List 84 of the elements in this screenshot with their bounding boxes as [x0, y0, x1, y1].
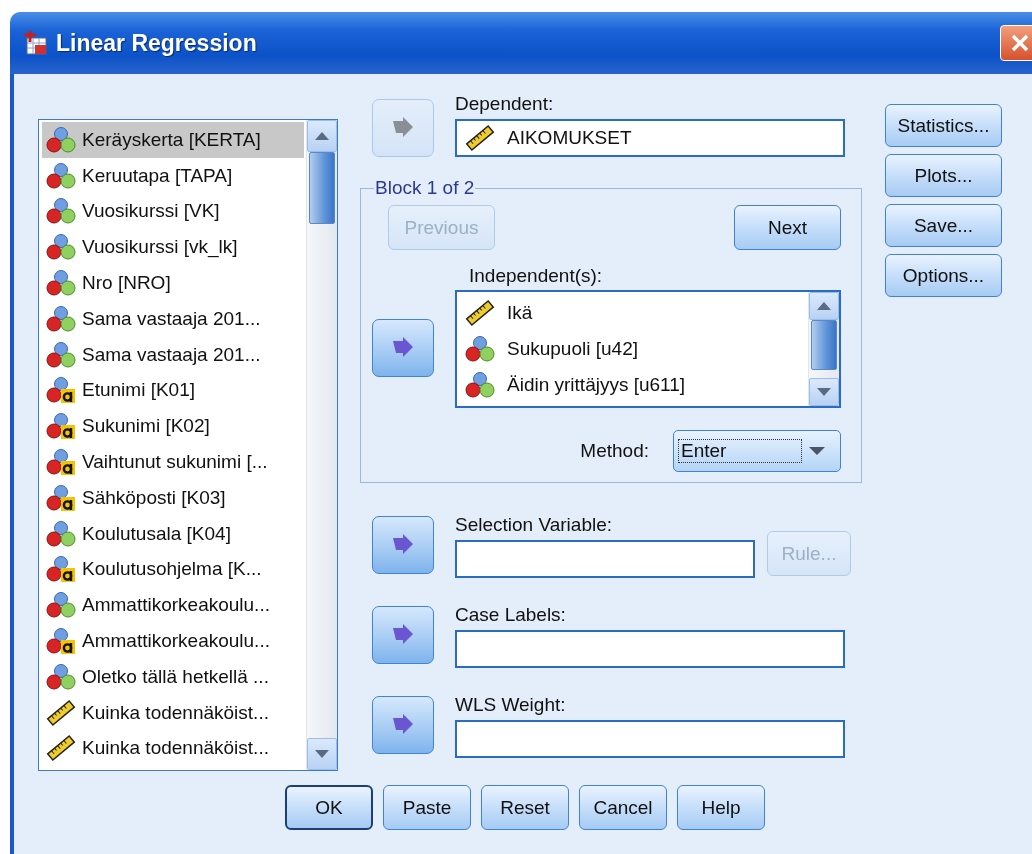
field-label: WLS Weight: [455, 693, 567, 717]
input-field[interactable] [455, 630, 845, 668]
dialog-button[interactable]: OK [285, 785, 373, 830]
balls-icon [46, 269, 76, 298]
arrow-icon [391, 534, 415, 556]
balls-icon [46, 125, 76, 154]
move-arrow-button[interactable] [372, 606, 434, 664]
method-dropdown[interactable]: Enter [673, 430, 841, 472]
input-field[interactable] [455, 540, 755, 578]
variable-item[interactable]: Oletko tällä hetkellä ... [42, 658, 304, 695]
balls-letter-icon [46, 555, 76, 584]
arrow-icon [391, 337, 415, 359]
balls-icon [46, 161, 76, 190]
balls-letter-icon [46, 376, 76, 405]
variable-item[interactable]: Etunimi [K01] [42, 372, 304, 409]
move-arrow-button[interactable] [372, 696, 434, 754]
variable-item[interactable]: Äidin yrittäjyys [u611] [457, 367, 808, 403]
variable-item[interactable]: Sukunimi [K02] [42, 408, 304, 445]
variable-item[interactable]: Sama vastaaja 201... [42, 336, 304, 373]
scrollbar[interactable] [808, 292, 839, 406]
dialog-button[interactable]: Paste [383, 785, 471, 830]
variable-item[interactable]: Vuosikurssi [VK] [42, 193, 304, 230]
variable-item[interactable]: Sama vastaaja 201... [42, 301, 304, 337]
variable-item[interactable]: Ikä [457, 295, 808, 331]
dialog-button[interactable]: Help [677, 785, 765, 830]
field-label: Selection Variable: [455, 513, 614, 537]
variable-item[interactable]: Kuinka todennäköist... [42, 694, 304, 731]
close-icon [1009, 32, 1031, 54]
scroll-thumb[interactable] [309, 152, 335, 224]
variable-item[interactable]: Koulutusala [K04] [42, 515, 304, 552]
balls-letter-icon [46, 483, 76, 512]
variable-item[interactable]: Nro [NRO] [42, 265, 304, 301]
variable-item[interactable]: Keräyskerta [KERTA] [42, 122, 304, 158]
balls-icon [46, 519, 76, 548]
balls-letter-icon [46, 448, 76, 477]
variable-item[interactable]: Kuinka todennäköist... [42, 730, 304, 767]
variable-item[interactable]: Koulutusohjelma [K... [42, 551, 304, 588]
balls-icon [465, 371, 495, 399]
up-arrow-icon [816, 301, 832, 311]
balls-letter-icon [46, 412, 76, 441]
variable-item[interactable]: Keruutapa [TAPA] [42, 157, 304, 194]
close-button[interactable] [1000, 25, 1032, 61]
balls-icon [46, 591, 76, 620]
variable-name: AIKOMUKSET [507, 127, 632, 149]
field-label: Dependent: [455, 92, 555, 116]
down-arrow-icon [816, 387, 832, 397]
variable-item[interactable]: Sukupuoli [u42] [457, 331, 808, 367]
variable-item[interactable]: Sähköposti [K03] [42, 479, 304, 516]
next-button[interactable]: Next [734, 205, 841, 250]
scrollbar[interactable] [306, 120, 337, 770]
app-icon [22, 30, 48, 56]
caret-icon [808, 446, 826, 456]
variable-item[interactable]: Ammattikorkeakoulu... [42, 623, 304, 659]
arrow-icon [391, 117, 415, 139]
dialog-button[interactable]: Options... [885, 254, 1002, 297]
balls-letter-icon [46, 627, 76, 656]
input-field[interactable] [455, 720, 845, 758]
balls-icon [46, 304, 76, 333]
variable-item[interactable]: Vaihtunut sukunimi [... [42, 444, 304, 480]
dialog-button[interactable]: Statistics... [885, 104, 1002, 147]
window-title: Linear Regression [56, 29, 257, 57]
balls-icon [46, 340, 76, 369]
balls-icon [46, 233, 76, 262]
move-arrow-button[interactable] [372, 516, 434, 574]
field-label: Case Labels: [455, 603, 567, 627]
balls-icon [46, 197, 76, 226]
dialog-button[interactable]: Reset [481, 785, 569, 830]
dialog-button[interactable]: Save... [885, 204, 1002, 247]
variable-item[interactable]: Ammattikorkeakoulu... [42, 587, 304, 624]
variable-item[interactable]: Vuosikurssi [vk_lk] [42, 229, 304, 266]
dialog-button[interactable]: Plots... [885, 154, 1002, 197]
move-arrow-button[interactable] [372, 319, 434, 377]
field-label: Method: [580, 439, 649, 463]
group-title: Block 1 of 2 [374, 177, 476, 199]
dialog-button[interactable]: Cancel [579, 785, 667, 830]
balls-icon [46, 662, 76, 691]
field-label: Independent(s): [468, 264, 604, 288]
down-arrow-icon [314, 749, 330, 759]
dependent-field[interactable]: AIKOMUKSET [455, 119, 845, 157]
arrow-icon [391, 624, 415, 646]
up-arrow-icon [314, 131, 330, 141]
scroll-thumb[interactable] [811, 320, 837, 370]
balls-icon [465, 335, 495, 363]
arrow-icon [391, 714, 415, 736]
